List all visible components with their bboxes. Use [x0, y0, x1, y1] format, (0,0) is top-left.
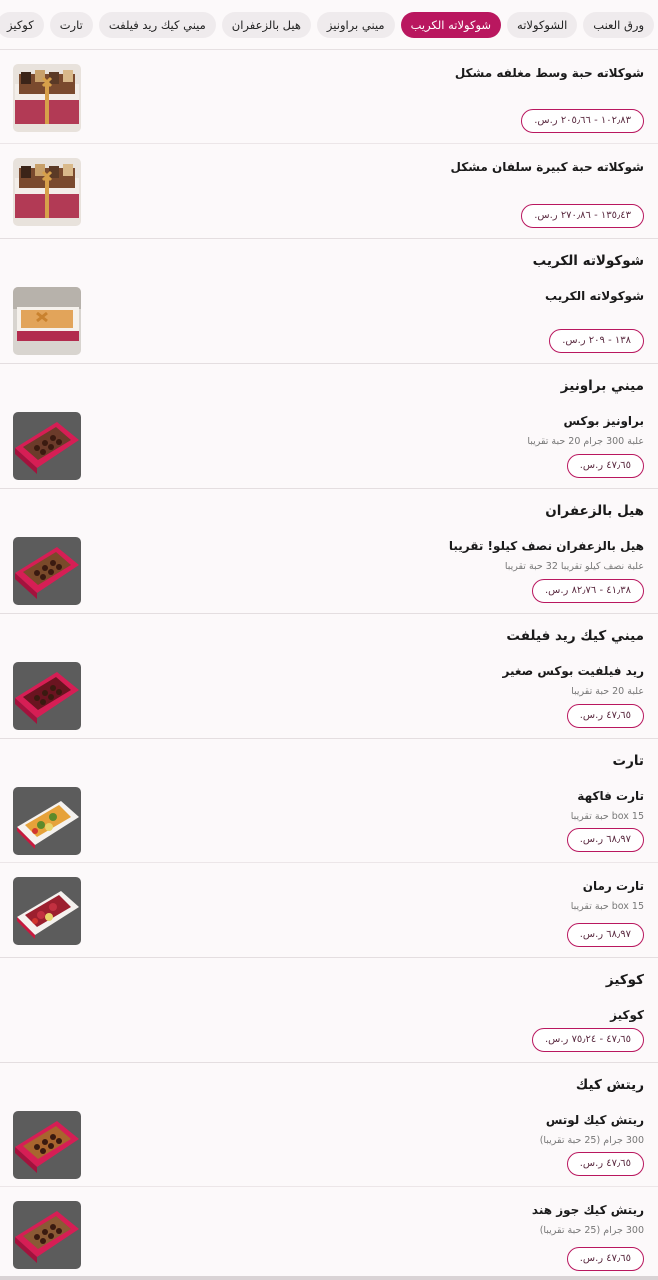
- product-name[interactable]: هيل بالزعفران نصف كيلو! تقريبا: [449, 539, 644, 553]
- category-chip[interactable]: هيل بالزعفران: [221, 12, 311, 38]
- section-title: ريتش كيك: [575, 1077, 644, 1093]
- product-image[interactable]: [13, 877, 81, 945]
- product-image[interactable]: [13, 412, 81, 480]
- product-name[interactable]: ريد فيلفيت بوكس صغير: [503, 664, 644, 678]
- product-image[interactable]: [13, 1201, 81, 1269]
- product-name[interactable]: تارت رمان: [583, 879, 644, 893]
- section-title: تارت: [612, 753, 644, 769]
- category-chip[interactable]: كوكيز: [0, 12, 44, 38]
- price-button[interactable]: ٤١٫٣٨ - ٨٢٫٧٦ ر.س.: [531, 579, 644, 603]
- price-button[interactable]: ٤٧٫٦٥ ر.س.: [566, 1152, 644, 1176]
- price-button[interactable]: ٤٧٫٦٥ ر.س.: [566, 704, 644, 728]
- category-chip[interactable]: ميني براونيز: [316, 12, 395, 38]
- price-button[interactable]: ١٣٥٫٤٣ - ٢٧٠٫٨٦ ر.س.: [521, 204, 644, 228]
- product-image[interactable]: [13, 64, 81, 132]
- category-chip[interactable]: ورق العنب: [583, 12, 654, 38]
- category-chip[interactable]: تارت: [49, 12, 93, 38]
- product-image[interactable]: [13, 537, 81, 605]
- category-chip[interactable]: شوكولاته الكريب: [400, 12, 502, 38]
- product-name[interactable]: كوكيز: [610, 1008, 644, 1022]
- product-item[interactable]: شوكلاته حبة كبيرة سلفان مشكل ١٣٥٫٤٣ - ٢٧٠…: [0, 144, 658, 238]
- product-section: كوكيز كوكيز ٤٧٫٦٥ - ٧٥٫٢٤ ر.س.: [0, 958, 658, 1063]
- section-title: هيل بالزعفران: [545, 503, 644, 519]
- product-item[interactable]: ريد فيلفيت بوكس صغير علبة 20 حبة تقريبا ٤٧…: [0, 648, 658, 738]
- section-title: ميني براونيز: [560, 378, 644, 394]
- product-name[interactable]: ريتش كيك لوتس: [546, 1113, 644, 1127]
- product-section: شوكولاته الكريب شوكولاته الكريب ١٣٨ - ٢٠٩ …: [0, 239, 658, 364]
- product-image[interactable]: [13, 287, 81, 355]
- category-chip[interactable]: ميني كيك ريد فيلفت: [98, 12, 216, 38]
- product-item[interactable]: ريتش كيك جوز هند 300 جرام (25 حبة تقريبا)…: [0, 1187, 658, 1280]
- category-chips: ورق العنب الشوكولاته شوكولاته الكريب ميني ب…: [0, 12, 658, 38]
- product-description: علبة 20 حبة تقريبا: [571, 686, 644, 697]
- product-item[interactable]: شوكلاته حبة وسط مغلفه مشكل ١٠٢٫٨٣ - ٢٠٥٫٦…: [0, 50, 658, 144]
- product-list: شوكلاته حبة وسط مغلفه مشكل ١٠٢٫٨٣ - ٢٠٥٫٦…: [0, 50, 658, 1280]
- price-button[interactable]: ٦٨٫٩٧ ر.س.: [566, 828, 644, 852]
- product-name[interactable]: براونيز بوكس: [563, 414, 644, 428]
- bottom-edge: [0, 1276, 658, 1280]
- product-description: علبة 300 جرام 20 حبة تقريبا: [527, 436, 644, 447]
- product-name[interactable]: تارت فاكهة: [577, 789, 644, 803]
- product-item[interactable]: ريتش كيك لوتس 300 جرام (25 حبة تقريبا) ٤٧٫…: [0, 1097, 658, 1187]
- product-name[interactable]: شوكلاته حبة كبيرة سلفان مشكل: [451, 160, 644, 174]
- product-item[interactable]: كوكيز ٤٧٫٦٥ - ٧٥٫٢٤ ر.س.: [0, 992, 658, 1062]
- product-description: box 15 حبة تقريبا: [570, 901, 644, 912]
- product-description: 300 جرام (25 حبة تقريبا): [539, 1225, 644, 1236]
- product-image[interactable]: [13, 158, 81, 226]
- product-item[interactable]: تارت فاكهة box 15 حبة تقريبا ٦٨٫٩٧ ر.س.: [0, 773, 658, 863]
- product-description: 300 جرام (25 حبة تقريبا): [539, 1135, 644, 1146]
- product-name[interactable]: شوكلاته حبة وسط مغلفه مشكل: [455, 66, 644, 80]
- category-chip[interactable]: الشوكولاته: [507, 12, 578, 38]
- product-name[interactable]: ريتش كيك جوز هند: [532, 1203, 644, 1217]
- section-title: شوكولاته الكريب: [532, 253, 644, 269]
- price-button[interactable]: ٤٧٫٦٥ ر.س.: [566, 454, 644, 478]
- price-button[interactable]: ٦٨٫٩٧ ر.س.: [566, 923, 644, 947]
- product-item[interactable]: تارت رمان box 15 حبة تقريبا ٦٨٫٩٧ ر.س.: [0, 863, 658, 957]
- product-item[interactable]: هيل بالزعفران نصف كيلو! تقريبا علبة نصف ك…: [0, 523, 658, 613]
- product-section: شوكلاته حبة وسط مغلفه مشكل ١٠٢٫٨٣ - ٢٠٥٫٦…: [0, 50, 658, 239]
- price-button[interactable]: ٤٧٫٦٥ ر.س.: [566, 1247, 644, 1271]
- product-name[interactable]: شوكولاته الكريب: [545, 289, 644, 303]
- product-section: هيل بالزعفران هيل بالزعفران نصف كيلو! تقر…: [0, 489, 658, 614]
- product-section: ميني كيك ريد فيلفت ريد فيلفيت بوكس صغير عل…: [0, 614, 658, 739]
- product-item[interactable]: براونيز بوكس علبة 300 جرام 20 حبة تقريبا ٤…: [0, 398, 658, 488]
- section-title: ميني كيك ريد فيلفت: [506, 628, 644, 644]
- price-button[interactable]: ١٣٨ - ٢٠٩ ر.س.: [549, 329, 644, 353]
- product-description: علبة نصف كيلو تقريبا 32 حبة تقريبا: [504, 561, 644, 572]
- product-section: ريتش كيك ريتش كيك لوتس 300 جرام (25 حبة تق…: [0, 1063, 658, 1280]
- product-section: تارت تارت فاكهة box 15 حبة تقريبا ٦٨٫٩٧ ر.س…: [0, 739, 658, 958]
- product-image[interactable]: [13, 662, 81, 730]
- product-section: ميني براونيز براونيز بوكس علبة 300 جرام 20…: [0, 364, 658, 489]
- product-item[interactable]: شوكولاته الكريب ١٣٨ - ٢٠٩ ر.س.: [0, 273, 658, 363]
- product-image[interactable]: [13, 787, 81, 855]
- price-button[interactable]: ١٠٢٫٨٣ - ٢٠٥٫٦٦ ر.س.: [521, 109, 644, 133]
- price-button[interactable]: ٤٧٫٦٥ - ٧٥٫٢٤ ر.س.: [531, 1028, 644, 1052]
- product-description: box 15 حبة تقريبا: [570, 811, 644, 822]
- section-title: كوكيز: [605, 972, 644, 988]
- product-image[interactable]: [13, 1111, 81, 1179]
- category-bar: ورق العنب الشوكولاته شوكولاته الكريب ميني ب…: [0, 0, 658, 50]
